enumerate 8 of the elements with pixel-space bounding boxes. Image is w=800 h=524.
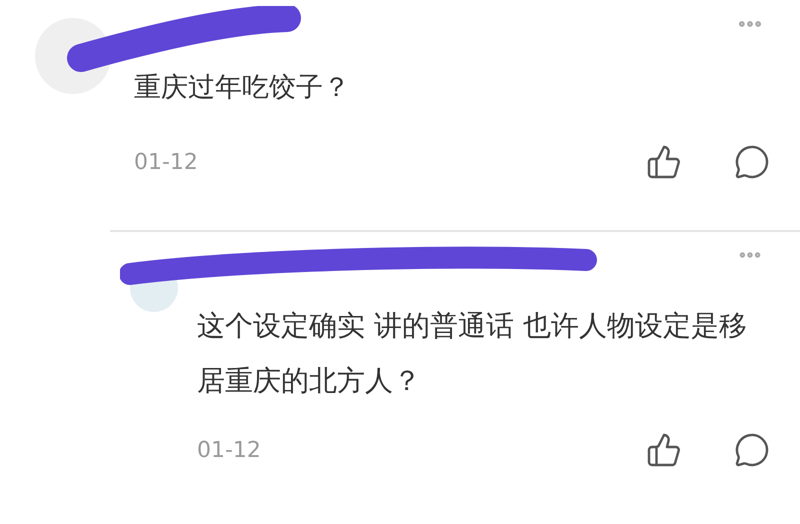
comment-text: 重庆过年吃饺子？: [134, 71, 351, 105]
comment-text: 这个设定确实 讲的普通话 也许人物设定是移居重庆的北方人？: [197, 308, 748, 399]
like-icon[interactable]: [646, 144, 682, 180]
reply-icon[interactable]: [734, 144, 770, 180]
comment-date: 01-12: [197, 436, 261, 464]
comment-date: 01-12: [134, 148, 198, 176]
reply-icon[interactable]: [734, 432, 770, 468]
like-icon[interactable]: [646, 432, 682, 468]
